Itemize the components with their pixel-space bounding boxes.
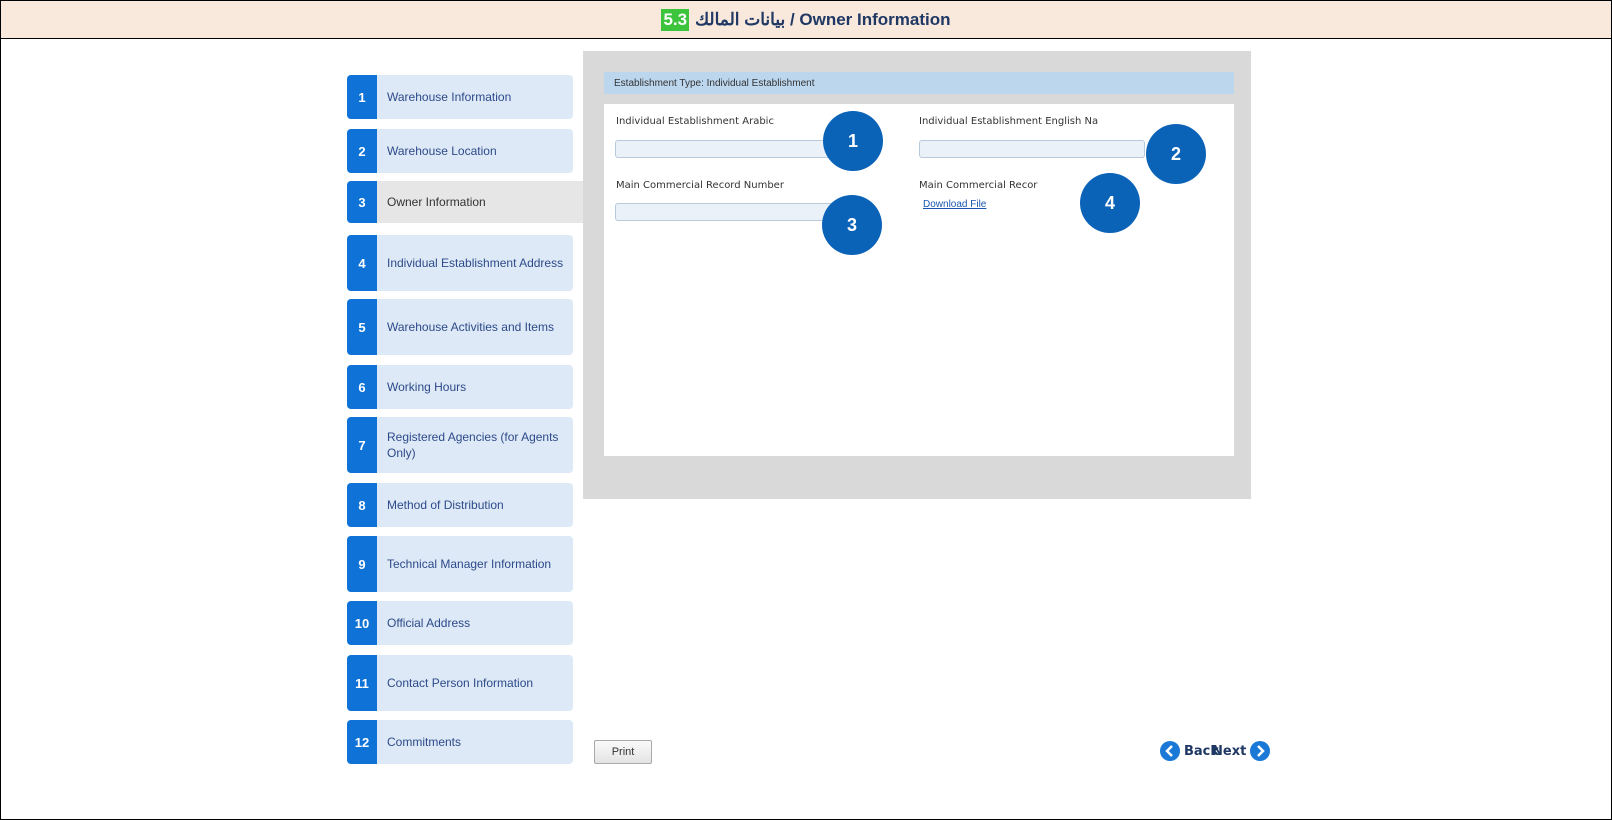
step-number: 9	[347, 536, 377, 592]
sidebar-step-commitments[interactable]: 12 Commitments	[347, 720, 573, 764]
step-number: 11	[347, 655, 377, 711]
cr-number-label: Main Commercial Record Number	[616, 180, 784, 191]
sidebar-step-technical-manager[interactable]: 9 Technical Manager Information	[347, 536, 573, 592]
next-label: Next	[1212, 743, 1247, 759]
step-label: Official Address	[387, 616, 471, 630]
step-number: 5	[347, 299, 377, 355]
arabic-name-label: Individual Establishment Arabic	[616, 116, 774, 127]
sidebar-step-warehouse-activities[interactable]: 5 Warehouse Activities and Items	[347, 299, 573, 355]
sidebar-step-owner-information[interactable]: 3 Owner Information	[347, 181, 583, 223]
step-label: Commitments	[387, 735, 462, 749]
english-name-input[interactable]	[919, 140, 1145, 158]
step-label: Warehouse Location	[387, 144, 497, 158]
cr-number-input[interactable]	[615, 203, 841, 221]
sidebar-step-official-address[interactable]: 10 Official Address	[347, 601, 573, 645]
step-number: 1	[347, 75, 377, 119]
section-title-text: بيانات المالك / Owner Information	[695, 9, 951, 29]
step-label: Contact Person Information	[387, 676, 534, 690]
arabic-name-input[interactable]	[615, 140, 841, 158]
sidebar-step-warehouse-information[interactable]: 1 Warehouse Information	[347, 75, 573, 119]
marker-3: 3	[822, 195, 882, 255]
step-label: Owner Information	[387, 195, 486, 209]
marker-4: 4	[1080, 173, 1140, 233]
step-number: 12	[347, 720, 377, 764]
step-number: 2	[347, 129, 377, 173]
step-label: Warehouse Activities and Items	[387, 320, 554, 334]
english-name-label: Individual Establishment English Na	[919, 116, 1099, 127]
cr-file-label: Main Commercial Recor	[919, 180, 1038, 191]
sidebar-step-registered-agencies[interactable]: 7 Registered Agencies (for Agents Only)	[347, 417, 573, 473]
step-label: Working Hours	[387, 380, 467, 394]
section-title-bar: 5.3 بيانات المالك / Owner Information	[1, 1, 1611, 39]
step-label: Method of Distribution	[387, 498, 504, 512]
step-label: Individual Establishment Address	[387, 256, 564, 270]
sidebar-step-method-of-distribution[interactable]: 8 Method of Distribution	[347, 483, 573, 527]
sidebar-step-contact-person[interactable]: 11 Contact Person Information	[347, 655, 573, 711]
section-number: 5.3	[661, 8, 690, 31]
marker-2: 2	[1146, 124, 1206, 184]
step-label: Registered Agencies (for Agents Only)	[387, 430, 559, 460]
next-button[interactable]: Next	[1212, 740, 1271, 762]
marker-1: 1	[823, 111, 883, 171]
arrow-left-icon	[1160, 741, 1180, 761]
sidebar-step-warehouse-location[interactable]: 2 Warehouse Location	[347, 129, 573, 173]
download-file-link[interactable]: Download File	[923, 199, 986, 210]
arrow-right-icon	[1250, 741, 1271, 761]
step-number: 10	[347, 601, 377, 645]
back-button[interactable]: Back	[1160, 740, 1219, 762]
sidebar-step-individual-establishment-address[interactable]: 4 Individual Establishment Address	[347, 235, 573, 291]
section-title: 5.3 بيانات المالك / Owner Information	[661, 8, 951, 31]
step-label: Technical Manager Information	[387, 557, 552, 571]
sidebar-step-working-hours[interactable]: 6 Working Hours	[347, 365, 573, 409]
establishment-type-bar: Establishment Type: Individual Establish…	[604, 72, 1234, 94]
step-number: 8	[347, 483, 377, 527]
step-number: 6	[347, 365, 377, 409]
step-number: 3	[347, 181, 377, 223]
print-button[interactable]: Print	[594, 740, 652, 764]
step-number: 7	[347, 417, 377, 473]
step-number: 4	[347, 235, 377, 291]
step-label: Warehouse Information	[387, 90, 512, 104]
